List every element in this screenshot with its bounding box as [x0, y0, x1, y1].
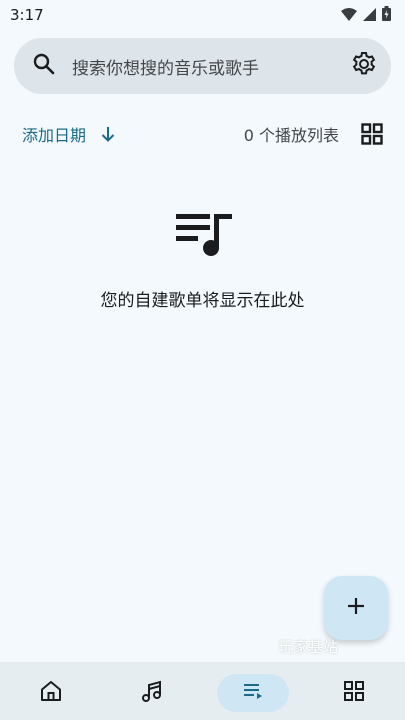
wifi-icon — [341, 6, 357, 25]
status-bar: 3:17 — [0, 0, 405, 30]
playlist-count: 0 个播放列表 — [243, 126, 339, 145]
empty-state-message: 您的自建歌单将显示在此处 — [100, 291, 305, 311]
signal-icon — [363, 6, 376, 25]
plus-icon — [346, 596, 366, 620]
sort-by-button[interactable]: 添加日期 — [22, 122, 86, 146]
settings-icon[interactable] — [351, 51, 377, 81]
search-bar[interactable]: 搜索你想搜的音乐或歌手 — [14, 38, 391, 94]
battery-icon — [382, 5, 391, 25]
grid-icon — [343, 680, 365, 706]
playlist-music-icon — [174, 210, 234, 262]
playlist-icon — [241, 679, 265, 707]
nav-playlists[interactable] — [217, 674, 290, 712]
sort-toolbar: 添加日期 0 个播放列表 — [0, 118, 405, 150]
add-playlist-button[interactable] — [324, 576, 388, 640]
nav-more[interactable] — [318, 674, 390, 712]
watermark: 玩家基站 — [278, 638, 339, 656]
search-input[interactable]: 搜索你想搜的音乐或歌手 — [72, 54, 351, 79]
status-icons — [341, 5, 391, 25]
search-icon — [32, 52, 56, 80]
nav-home[interactable] — [15, 674, 87, 712]
grid-view-icon[interactable] — [361, 123, 383, 145]
home-icon — [39, 679, 63, 707]
music-note-icon — [140, 679, 164, 707]
nav-songs[interactable] — [116, 674, 188, 712]
arrow-down-icon[interactable] — [100, 125, 116, 143]
bottom-navigation — [0, 662, 405, 720]
status-time: 3:17 — [10, 6, 44, 24]
